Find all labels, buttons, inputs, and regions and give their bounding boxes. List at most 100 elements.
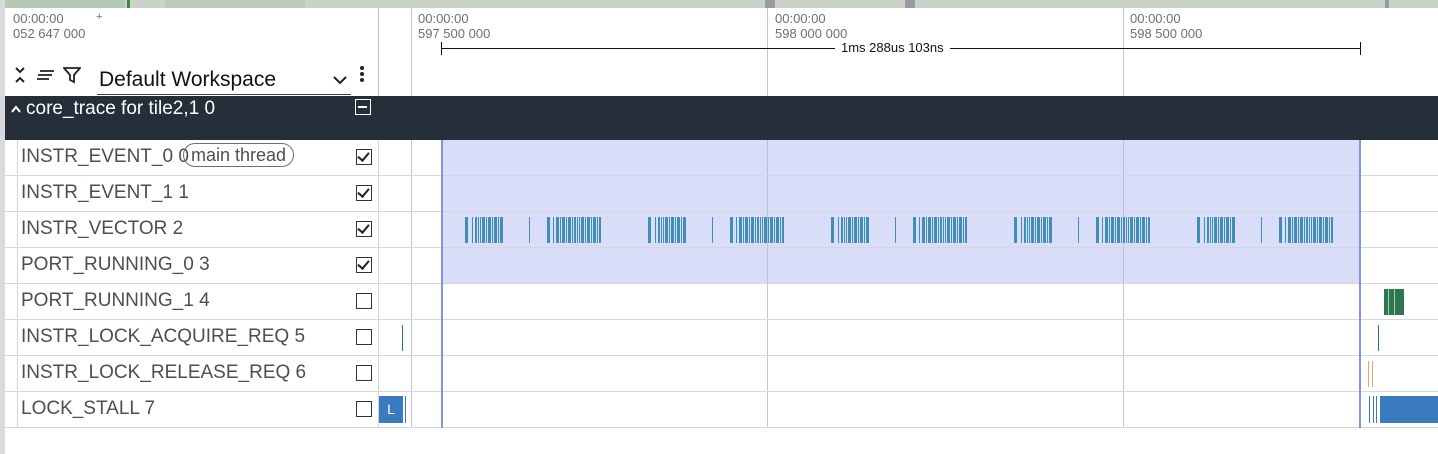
instr-vector-slice[interactable]: [766, 217, 767, 243]
track-checkbox[interactable]: [356, 185, 372, 201]
instr-vector-slice[interactable]: [490, 217, 491, 243]
instr-vector-slice[interactable]: [1228, 217, 1229, 243]
instr-vector-slice[interactable]: [1045, 217, 1046, 243]
instr-vector-slice[interactable]: [1041, 217, 1042, 243]
track-row[interactable]: INSTR_LOCK_ACQUIRE_REQ 5: [5, 320, 1438, 356]
lock-release-slice[interactable]: [1372, 361, 1373, 387]
lock-stall-slice[interactable]: [1373, 396, 1374, 423]
instr-vector-slice[interactable]: [736, 217, 737, 243]
sort-icon[interactable]: [37, 67, 55, 87]
instr-vector-slice[interactable]: [595, 217, 596, 243]
instr-vector-slice[interactable]: [1115, 217, 1116, 243]
instr-vector-slice[interactable]: [965, 217, 967, 243]
track-row[interactable]: INSTR_EVENT_0 0 main thread: [5, 140, 1438, 176]
track-checkbox[interactable]: [356, 293, 372, 309]
instr-vector-slice[interactable]: [1148, 217, 1150, 243]
instr-vector-slice[interactable]: [1047, 217, 1048, 243]
instr-vector-slice[interactable]: [743, 217, 744, 243]
instr-vector-slice[interactable]: [1329, 217, 1330, 243]
instr-vector-slice[interactable]: [1292, 217, 1293, 243]
track-checkbox[interactable]: [356, 401, 372, 417]
instr-vector-slice[interactable]: [844, 217, 845, 243]
instr-vector-slice[interactable]: [1126, 217, 1127, 243]
instr-vector-slice[interactable]: [755, 217, 756, 243]
instr-vector-slice[interactable]: [549, 217, 550, 243]
instr-vector-slice[interactable]: [924, 217, 925, 243]
instr-vector-slice[interactable]: [1296, 217, 1297, 243]
instr-vector-slice[interactable]: [467, 217, 468, 243]
instr-vector-slice[interactable]: [1033, 217, 1034, 243]
instr-vector-slice[interactable]: [529, 217, 530, 243]
instr-vector-slice[interactable]: [1029, 217, 1030, 243]
instr-vector-slice[interactable]: [949, 217, 950, 243]
instr-vector-slice[interactable]: [753, 217, 754, 243]
instr-vector-slice[interactable]: [1016, 217, 1017, 243]
instr-vector-slice[interactable]: [1027, 217, 1028, 243]
lock-stall-slice[interactable]: [1380, 396, 1438, 423]
instr-vector-slice[interactable]: [1199, 217, 1200, 243]
instr-vector-slice[interactable]: [1132, 217, 1133, 243]
instr-vector-slice[interactable]: [669, 217, 670, 243]
overview-minimap[interactable]: [5, 0, 1438, 8]
selection-end-handle[interactable]: [1359, 140, 1361, 428]
chevron-up-icon[interactable]: [11, 100, 21, 116]
lock-stall-slice[interactable]: [405, 396, 406, 423]
instr-vector-slice[interactable]: [732, 217, 733, 243]
instr-vector-slice[interactable]: [560, 217, 561, 243]
instr-vector-slice[interactable]: [472, 217, 473, 243]
instr-vector-slice[interactable]: [1121, 217, 1122, 243]
instr-vector-slice[interactable]: [919, 217, 920, 243]
instr-vector-slice[interactable]: [591, 217, 592, 243]
selection-start-handle[interactable]: [441, 140, 443, 428]
instr-vector-slice[interactable]: [597, 217, 598, 243]
instr-vector-slice[interactable]: [1210, 217, 1211, 243]
instr-vector-slice[interactable]: [862, 217, 863, 243]
track-checkbox[interactable]: [356, 221, 372, 237]
track-row[interactable]: INSTR_EVENT_1 1: [5, 176, 1438, 212]
instr-vector-slice[interactable]: [850, 217, 851, 243]
instr-vector-slice[interactable]: [955, 217, 956, 243]
instr-vector-slice[interactable]: [762, 217, 763, 243]
instr-vector-slice[interactable]: [1230, 217, 1231, 243]
instr-vector-slice[interactable]: [675, 217, 676, 243]
instr-vector-slice[interactable]: [1098, 217, 1099, 243]
instr-vector-slice[interactable]: [475, 217, 477, 243]
instr-vector-slice[interactable]: [772, 217, 773, 243]
instr-vector-slice[interactable]: [681, 217, 682, 243]
instr-vector-slice[interactable]: [782, 217, 784, 243]
instr-vector-slice[interactable]: [895, 217, 896, 243]
instr-vector-slice[interactable]: [484, 217, 485, 243]
lock-acquire-slice[interactable]: [1378, 325, 1379, 351]
instr-vector-slice[interactable]: [957, 217, 958, 243]
instr-vector-slice[interactable]: [760, 217, 761, 243]
instr-vector-slice[interactable]: [679, 217, 680, 243]
instr-vector-slice[interactable]: [685, 217, 686, 243]
track-checkbox[interactable]: [356, 329, 372, 345]
instr-vector-slice[interactable]: [502, 217, 503, 243]
instr-vector-slice[interactable]: [915, 217, 916, 243]
instr-vector-slice[interactable]: [841, 217, 843, 243]
instr-vector-slice[interactable]: [1331, 217, 1333, 243]
instr-vector-slice[interactable]: [1204, 217, 1205, 243]
instr-vector-slice[interactable]: [951, 217, 952, 243]
instr-vector-slice[interactable]: [589, 217, 590, 243]
instr-vector-slice[interactable]: [938, 217, 939, 243]
more-vert-icon[interactable]: [359, 65, 365, 87]
instr-vector-slice[interactable]: [1134, 217, 1135, 243]
instr-vector-slice[interactable]: [747, 217, 748, 243]
instr-vector-slice[interactable]: [486, 217, 487, 243]
instr-vector-slice[interactable]: [1078, 217, 1079, 243]
time-ruler[interactable]: 00:00:00 052 647 000 + 00:00:00 597 500 …: [5, 8, 1438, 97]
instr-vector-slice[interactable]: [1285, 217, 1286, 243]
instr-vector-slice[interactable]: [749, 217, 750, 243]
instr-vector-slice[interactable]: [492, 217, 493, 243]
instr-vector-slice[interactable]: [1128, 217, 1129, 243]
instr-vector-slice[interactable]: [1224, 217, 1225, 243]
workspace-select[interactable]: Default Workspace: [97, 66, 351, 95]
instr-vector-slice[interactable]: [480, 217, 481, 243]
lock-stall-slice[interactable]: L: [379, 396, 403, 423]
instr-vector-slice[interactable]: [943, 217, 944, 243]
instr-vector-slice[interactable]: [667, 217, 668, 243]
instr-vector-slice[interactable]: [961, 217, 962, 243]
instr-vector-slice[interactable]: [673, 217, 674, 243]
